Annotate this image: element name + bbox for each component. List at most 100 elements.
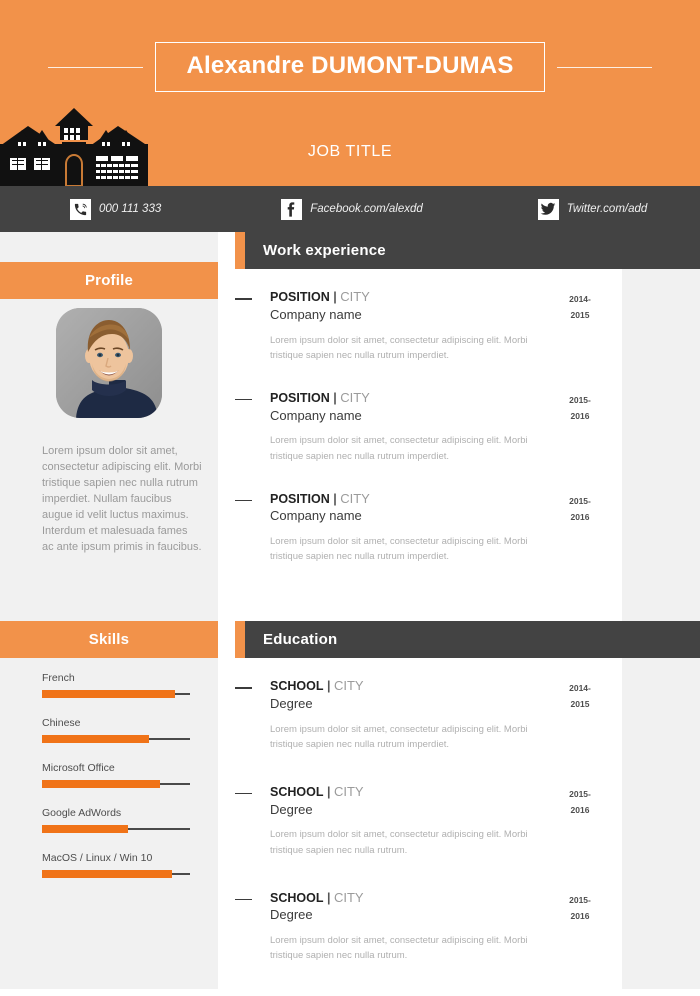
bullet-dash-icon xyxy=(235,898,252,901)
work-position: POSITION xyxy=(270,390,330,405)
education-section-header: Education xyxy=(235,621,700,658)
work-date-to: 2015 xyxy=(570,310,590,321)
work-position: POSITION xyxy=(270,290,330,304)
bullet-dash-icon xyxy=(235,687,252,689)
education-entry: SCHOOL | CITY Degree Lorem ipsum dolor s… xyxy=(235,678,700,752)
education-entry-title: SCHOOL | CITY xyxy=(270,890,580,907)
work-entry-title: POSITION | CITY xyxy=(270,390,580,407)
work-city: CITY xyxy=(340,289,370,304)
work-entry: POSITION | CITY Company name Lorem ipsum… xyxy=(235,289,700,363)
education-school: SCHOOL xyxy=(270,784,324,799)
name-row: Alexandre DUMONT-DUMAS xyxy=(0,36,700,98)
education-entry-title: SCHOOL | CITY xyxy=(270,784,580,801)
education-degree: Degree xyxy=(270,695,313,711)
profile-heading: Profile xyxy=(0,262,218,299)
job-title: JOB TITLE xyxy=(307,143,393,160)
skill-track xyxy=(42,780,190,788)
skill-fill xyxy=(42,690,176,698)
work-description: Lorem ipsum dolor sit amet, consectetur … xyxy=(270,536,528,563)
skill-item: Chinese xyxy=(42,717,192,743)
education-city: CITY xyxy=(333,783,364,799)
work-description: Lorem ipsum dolor sit amet, consectetur … xyxy=(270,435,528,462)
work-date-to: 2016 xyxy=(570,411,590,422)
education-city: CITY xyxy=(333,889,364,905)
main-content: Work experience POSITION | CITY Company … xyxy=(235,232,700,961)
skill-item: Microsoft Office xyxy=(42,762,192,788)
contact-phone[interactable]: 000 111 333 xyxy=(70,198,162,220)
title-separator: | xyxy=(333,390,337,405)
resume-body: Profile Lorem ipsum dolor sit amet, cons… xyxy=(0,232,700,989)
education-city: CITY xyxy=(333,678,364,693)
work-date: 2015- 2016 xyxy=(560,493,600,525)
work-company: Company name xyxy=(270,306,362,322)
skills-list: French Chinese Microsoft Office Google A… xyxy=(42,672,192,897)
work-section-header: Work experience xyxy=(235,232,700,269)
twitter-icon xyxy=(537,198,559,220)
bullet-dash-icon xyxy=(235,298,252,300)
skill-label: MacOS / Linux / Win 10 xyxy=(42,852,153,864)
work-list: POSITION | CITY Company name Lorem ipsum… xyxy=(235,289,700,592)
skill-label: Google AdWords xyxy=(42,807,122,819)
education-entry: SCHOOL | CITY Degree Lorem ipsum dolor s… xyxy=(235,784,700,858)
contact-facebook[interactable]: Facebook.com/alexdd xyxy=(281,198,423,220)
work-entry: POSITION | CITY Company name Lorem ipsum… xyxy=(235,390,700,464)
skill-label: Chinese xyxy=(42,717,81,729)
contact-phone-text: 000 111 333 xyxy=(99,203,162,215)
page-title: Alexandre DUMONT-DUMAS xyxy=(186,51,514,79)
education-list: SCHOOL | CITY Degree Lorem ipsum dolor s… xyxy=(235,678,700,996)
title-separator: | xyxy=(326,784,331,799)
education-degree: Degree xyxy=(270,801,313,817)
education-date-from: 2015- xyxy=(569,788,591,799)
work-date-from: 2014- xyxy=(569,294,591,304)
education-heading: Education xyxy=(245,621,700,658)
education-date-from: 2014- xyxy=(569,683,591,693)
education-date: 2015- 2016 xyxy=(560,786,600,818)
header-banner: Alexandre DUMONT-DUMAS JOB TITLE xyxy=(0,0,700,186)
phone-icon xyxy=(70,198,91,220)
title-separator: | xyxy=(333,290,337,304)
contact-twitter[interactable]: Twitter.com/add xyxy=(537,198,648,220)
bullet-dash-icon xyxy=(235,499,252,502)
title-separator: | xyxy=(326,679,331,693)
education-description: Lorem ipsum dolor sit amet, consectetur … xyxy=(270,723,528,750)
profile-section-header: Profile xyxy=(0,262,218,299)
education-entry: SCHOOL | CITY Degree Lorem ipsum dolor s… xyxy=(235,890,700,964)
work-date-to: 2016 xyxy=(570,511,590,522)
work-entry-title: POSITION | CITY xyxy=(270,289,580,306)
skill-label: French xyxy=(42,672,75,684)
skill-fill xyxy=(42,870,173,878)
skill-fill xyxy=(42,735,149,743)
work-position: POSITION xyxy=(270,491,330,506)
work-accent-bar xyxy=(235,232,245,269)
skill-track xyxy=(42,825,190,833)
skill-track xyxy=(42,735,190,743)
title-separator: | xyxy=(326,890,331,905)
work-company: Company name xyxy=(270,407,362,423)
name-rule-right xyxy=(557,66,652,68)
work-date-from: 2015- xyxy=(569,495,591,506)
education-entry-title: SCHOOL | CITY xyxy=(270,678,580,695)
education-accent-bar xyxy=(235,621,245,658)
work-city: CITY xyxy=(340,389,370,405)
profile-photo xyxy=(56,308,162,418)
name-box: Alexandre DUMONT-DUMAS xyxy=(155,41,545,93)
education-school: SCHOOL xyxy=(270,890,324,905)
skill-item: French xyxy=(42,672,192,698)
skills-heading: Skills xyxy=(0,621,218,658)
work-heading: Work experience xyxy=(245,232,700,269)
title-separator: | xyxy=(333,491,337,506)
education-date-to: 2016 xyxy=(570,910,590,921)
skill-item: MacOS / Linux / Win 10 xyxy=(42,852,192,878)
work-company: Company name xyxy=(270,508,362,524)
work-date-from: 2015- xyxy=(569,394,591,405)
education-description: Lorem ipsum dolor sit amet, consectetur … xyxy=(270,935,528,962)
contact-twitter-text: Twitter.com/add xyxy=(566,203,648,215)
skill-track xyxy=(42,870,190,878)
bullet-dash-icon xyxy=(235,398,252,401)
skills-section-header: Skills xyxy=(0,621,218,658)
facebook-icon xyxy=(281,198,303,220)
work-city: CITY xyxy=(340,490,370,506)
resume-page: Alexandre DUMONT-DUMAS JOB TITLE 000 111… xyxy=(0,0,700,989)
skill-item: Google AdWords xyxy=(42,807,192,833)
education-date: 2015- 2016 xyxy=(560,892,600,924)
